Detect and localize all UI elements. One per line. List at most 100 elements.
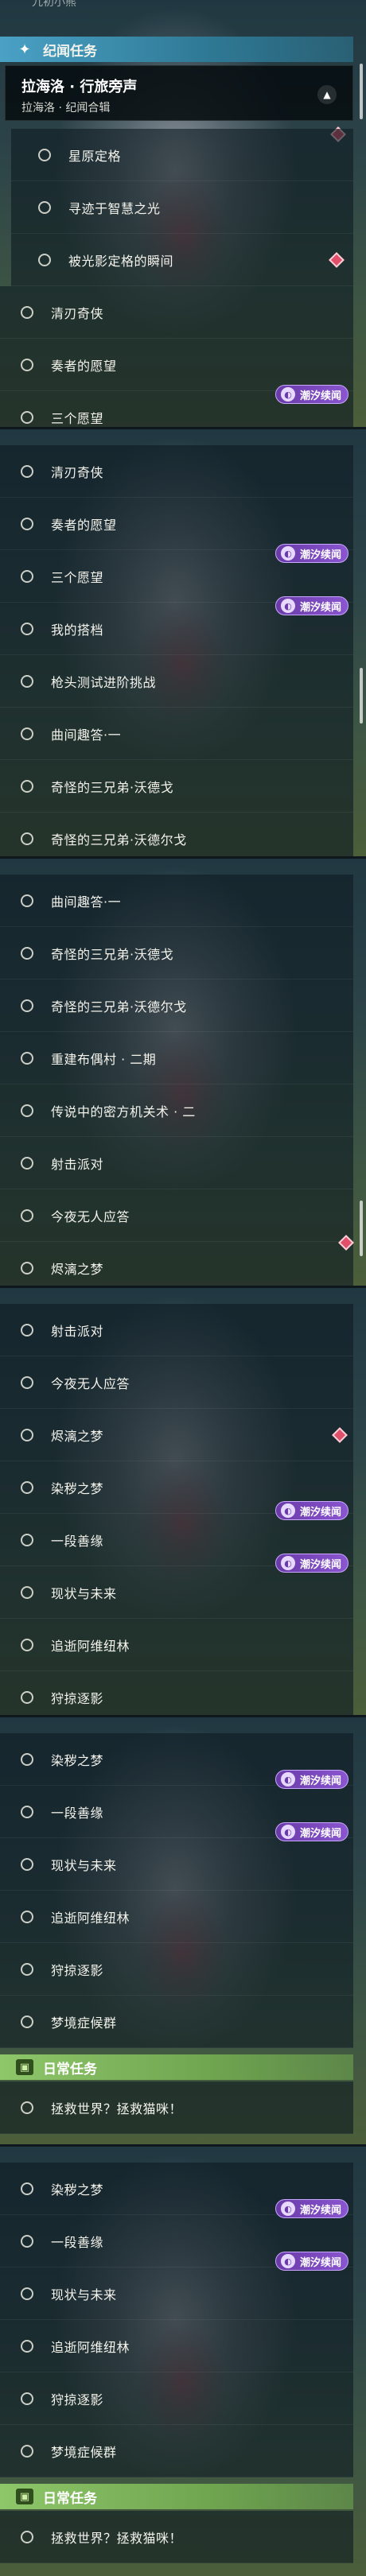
- quest-row-label: 染秽之梦: [51, 1480, 104, 1496]
- sparkle-icon: ✦: [18, 41, 31, 58]
- quest-row[interactable]: 奇怪的三兄弟·沃德戈: [0, 760, 353, 813]
- quest-row[interactable]: 奏者的愿望: [0, 339, 353, 391]
- circle-icon: [21, 1156, 33, 1170]
- circle-icon: [21, 2530, 33, 2543]
- badge-label: 潮汐续闻: [300, 2204, 342, 2217]
- quest-row[interactable]: 狩掠逐影: [0, 1943, 353, 1996]
- quest-row[interactable]: 梦境症候群: [0, 2425, 353, 2477]
- quest-row-label: 烬漓之梦: [51, 1428, 104, 1444]
- tide-event-badge: ◐ 潮汐续闻: [275, 1770, 348, 1789]
- quest-row[interactable]: 拯救世界？拯救猫咪！: [0, 2081, 353, 2134]
- circle-icon: [21, 517, 33, 530]
- quest-row-label: 追逝阿维纽林: [51, 1638, 130, 1654]
- quest-row[interactable]: 奇怪的三兄弟·沃德尔戈: [0, 813, 353, 856]
- tide-event-badge: ◐ 潮汐续闻: [275, 544, 348, 563]
- daily-quest-label: 日常任务: [43, 2061, 97, 2077]
- circle-icon: [21, 1857, 33, 1871]
- quest-row-label: 现状与未来: [51, 1857, 117, 1873]
- diamond-marker-icon: [332, 1426, 348, 1443]
- quest-row[interactable]: 追逝阿维纽林: [0, 1891, 353, 1943]
- quest-row[interactable]: 追逝阿维纽林: [0, 1619, 353, 1671]
- quest-row[interactable]: 现状与未来: [0, 1838, 353, 1891]
- quest-row-label: 今夜无人应答: [51, 1208, 130, 1224]
- daily-quest-header[interactable]: ▣ 日常任务: [0, 2484, 353, 2509]
- quest-row[interactable]: 烬漓之梦: [0, 1409, 353, 1461]
- calendar-icon: ▣: [16, 2489, 33, 2504]
- quest-category-header[interactable]: ✦ 纪闻任务: [0, 37, 353, 62]
- quest-row[interactable]: 今夜无人应答: [0, 1189, 353, 1242]
- quest-row-label: 重建布偶村 · 二期: [51, 1051, 157, 1067]
- tide-event-badge: ◐ 潮汐续闻: [275, 2252, 348, 2271]
- quest-row-label: 三个愿望: [51, 410, 104, 426]
- quest-category-label: 纪闻任务: [43, 43, 97, 60]
- quest-row[interactable]: 枪头测试进阶挑战: [0, 655, 353, 708]
- daily-quest-header[interactable]: ▣ 日常任务: [0, 2054, 353, 2080]
- quest-row-label: 清刃奇侠: [51, 464, 104, 480]
- circle-icon: [38, 253, 51, 266]
- quest-row[interactable]: 狩掠逐影: [0, 1671, 353, 1715]
- quest-row[interactable]: 烬漓之梦: [0, 1242, 353, 1286]
- quest-row[interactable]: 重建布偶村 · 二期: [0, 1032, 353, 1084]
- chevron-up-icon[interactable]: ▲: [317, 85, 337, 104]
- circle-icon: [21, 2234, 33, 2248]
- circle-icon: [21, 1261, 33, 1274]
- quest-row[interactable]: 现状与未来: [0, 2268, 353, 2320]
- circle-icon: [21, 410, 33, 424]
- quest-row[interactable]: 清刃奇侠: [0, 286, 353, 339]
- badge-label: 潮汐续闻: [300, 390, 342, 402]
- quest-row-label: 追逝阿维纽林: [51, 2339, 130, 2355]
- quest-row[interactable]: 现状与未来: [0, 1566, 353, 1619]
- calendar-icon: ▣: [16, 2059, 33, 2075]
- scrollbar[interactable]: [360, 1201, 363, 1256]
- quest-row-label: 现状与未来: [51, 2287, 117, 2302]
- quest-row-label: 射击派对: [51, 1156, 104, 1172]
- tide-event-badge: ◐ 潮汐续闻: [275, 1501, 348, 1520]
- quest-row[interactable]: 寻迹于智慧之光: [11, 181, 353, 234]
- quest-row[interactable]: 奏者的愿望: [0, 498, 353, 550]
- quest-row[interactable]: 拯救世界？拯救猫咪！: [0, 2511, 353, 2563]
- quest-panel-5: 染秽之梦 一段善缘 ◐ 潮汐续闻 现状与未来 ◐ 潮汐续闻 追逝阿维纽林 狩掠逐影 …: [0, 1717, 366, 2147]
- scrollbar[interactable]: [360, 668, 363, 724]
- quest-row-label: 奇怪的三兄弟·沃德尔戈: [51, 832, 187, 848]
- quest-row-label: 射击派对: [51, 1323, 104, 1339]
- tide-icon: ◐: [281, 1556, 295, 1570]
- quest-row-label: 梦境症候群: [51, 2444, 117, 2460]
- quest-row[interactable]: 曲间趣答·一: [0, 708, 353, 760]
- quest-panel-3: 曲间趣答·一 奇怪的三兄弟·沃德戈 奇怪的三兄弟·沃德尔戈 重建布偶村 · 二期…: [0, 859, 366, 1288]
- quest-row[interactable]: 射击派对: [0, 1137, 353, 1189]
- quest-row[interactable]: 曲间趣答·一: [0, 875, 353, 927]
- quest-row[interactable]: 奇怪的三兄弟·沃德尔戈: [0, 980, 353, 1032]
- badge-label: 潮汐续闻: [300, 549, 342, 561]
- partial-row-label: 九初小熊: [32, 0, 76, 9]
- quest-row[interactable]: 狩掠逐影: [0, 2372, 353, 2425]
- circle-icon: [21, 1962, 33, 1976]
- circle-icon: [21, 1208, 33, 1222]
- quest-row-label: 奇怪的三兄弟·沃德戈: [51, 946, 174, 962]
- quest-row[interactable]: 奇怪的三兄弟·沃德戈: [0, 927, 353, 980]
- quest-row[interactable]: 清刃奇侠: [0, 445, 353, 498]
- quest-row[interactable]: 传说中的密方机关术 · 二: [0, 1084, 353, 1137]
- tide-icon: ◐: [281, 599, 295, 613]
- quest-row[interactable]: 今夜无人应答: [0, 1356, 353, 1409]
- circle-icon: [21, 2339, 33, 2353]
- tide-icon: ◐: [281, 2202, 295, 2216]
- quest-row[interactable]: 追逝阿维纽林: [0, 2320, 353, 2372]
- active-quest-card[interactable]: 拉海洛 · 行旅旁声 拉海洛 · 纪闻合辑 ▲: [5, 65, 353, 121]
- quest-row[interactable]: 梦境症候群: [0, 1996, 353, 2048]
- tide-event-badge: ◐ 潮汐续闻: [275, 2199, 348, 2218]
- quest-panel-4: 射击派对 今夜无人应答 烬漓之梦 染秽之梦 一段善缘 ◐ 潮汐续闻 现状与未来 ◐…: [0, 1288, 366, 1717]
- quest-row-label: 清刃奇侠: [51, 305, 104, 321]
- quest-row[interactable]: 射击派对: [0, 1304, 353, 1356]
- quest-row[interactable]: 星原定格: [11, 129, 353, 181]
- quest-panel-1: 九初小熊 ✦ 纪闻任务 拉海洛 · 行旅旁声 拉海洛 · 纪闻合辑 ▲ 星原定格…: [0, 0, 366, 429]
- tide-event-badge: ◐ 潮汐续闻: [275, 1822, 348, 1841]
- badge-label: 潮汐续闻: [300, 1775, 342, 1787]
- circle-icon: [21, 358, 33, 371]
- circle-icon: [21, 1910, 33, 1923]
- tide-icon: ◐: [281, 1825, 295, 1839]
- tide-icon: ◐: [281, 546, 295, 561]
- quest-row[interactable]: 被光影定格的瞬间: [11, 234, 353, 286]
- quest-row-label: 星原定格: [68, 148, 122, 164]
- scrollbar[interactable]: [360, 64, 363, 119]
- daily-quest-label: 日常任务: [43, 2490, 97, 2507]
